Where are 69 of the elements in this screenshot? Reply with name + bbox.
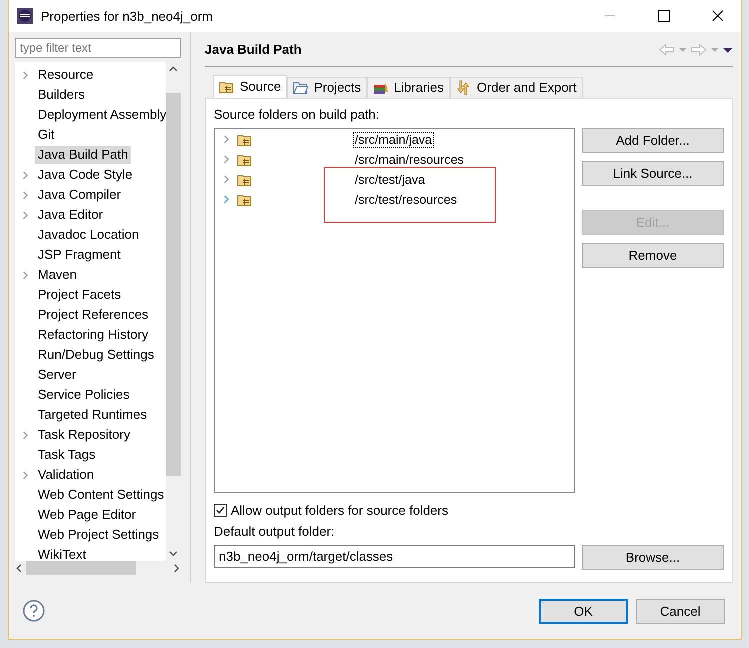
scroll-right-icon[interactable]: [172, 564, 181, 572]
expand-chevron-icon[interactable]: [22, 270, 28, 280]
expand-chevron-icon[interactable]: [222, 175, 230, 184]
folder-path[interactable]: /src/test/resources: [353, 192, 460, 208]
sidebar-item[interactable]: Java Code Style: [35, 166, 136, 184]
tab[interactable]: Source: [213, 74, 288, 98]
expand-chevron-icon[interactable]: [22, 470, 28, 480]
sidebar-item[interactable]: Maven: [35, 266, 80, 284]
sidebar-item[interactable]: Git: [35, 126, 58, 144]
sidebar-item[interactable]: Java Editor: [35, 206, 106, 224]
folder-path[interactable]: /src/test/java: [353, 172, 428, 188]
expand-chevron-icon[interactable]: [22, 70, 28, 80]
sidebar-item[interactable]: Validation: [35, 466, 98, 484]
sidebar-item[interactable]: Refactoring History: [35, 326, 152, 344]
scroll-down-icon[interactable]: [169, 549, 178, 558]
order-arrows-icon: [456, 80, 472, 96]
scroll-left-icon[interactable]: [15, 564, 24, 572]
sidebar-item[interactable]: Project Facets: [35, 286, 124, 304]
action-button[interactable]: Add Folder...: [582, 128, 724, 153]
sidebar-item[interactable]: JSP Fragment: [35, 246, 124, 264]
tab[interactable]: Projects: [287, 76, 368, 98]
tab[interactable]: Libraries: [367, 76, 450, 98]
back-arrow-icon[interactable]: [659, 44, 675, 56]
sidebar-item[interactable]: Javadoc Location: [35, 226, 142, 244]
maximize-icon[interactable]: [658, 10, 670, 22]
sidebar-item[interactable]: Java Build Path: [35, 146, 132, 164]
sidebar-item[interactable]: Server: [35, 366, 80, 384]
folder-icon: [293, 80, 310, 96]
section-label: Source folders on build path:: [214, 106, 380, 122]
sidebar-item[interactable]: Project References: [35, 306, 152, 324]
sidebar-item[interactable]: Java Compiler: [35, 186, 124, 204]
forward-arrow-icon[interactable]: [691, 44, 707, 56]
expand-chevron-icon[interactable]: [222, 155, 230, 164]
expand-chevron-icon[interactable]: [22, 210, 28, 220]
tab[interactable]: Order and Export: [450, 76, 583, 98]
expand-chevron-icon[interactable]: [22, 430, 28, 440]
sidebar-item[interactable]: Task Repository: [35, 426, 134, 444]
sidebar-item[interactable]: Targeted Runtimes: [35, 406, 150, 424]
help-icon[interactable]: [23, 600, 45, 622]
action-button[interactable]: Link Source...: [582, 160, 724, 186]
expand-chevron-icon[interactable]: [22, 190, 28, 200]
sidebar-item[interactable]: Run/Debug Settings: [35, 346, 158, 364]
expand-chevron-icon[interactable]: [222, 135, 230, 144]
page-title: Java Build Path: [205, 42, 303, 58]
sidebar-item[interactable]: Web Content Settings: [35, 486, 166, 504]
eclipse-app-icon: [17, 8, 33, 24]
browse-button[interactable]: Browse...: [582, 544, 724, 570]
sidebar-item[interactable]: Resource: [35, 66, 97, 84]
folder-path[interactable]: /src/main/resources: [353, 152, 466, 168]
sidebar-item[interactable]: WikiText: [35, 546, 90, 561]
window-title: Properties for n3b_neo4j_orm: [41, 8, 214, 24]
expand-chevron-icon[interactable]: [22, 170, 28, 180]
expand-chevron-icon[interactable]: [222, 195, 230, 204]
filter-field[interactable]: type filter text: [15, 38, 181, 58]
scroll-up-icon[interactable]: [169, 65, 178, 74]
output-folder-field[interactable]: n3b_neo4j_orm/target/classes: [214, 544, 575, 568]
folder-path[interactable]: /src/main/java: [353, 132, 434, 148]
checkbox-label: Allow output folders for source folders: [231, 502, 448, 518]
dialog-button[interactable]: Cancel: [636, 598, 725, 624]
checkbox[interactable]: [214, 504, 227, 517]
sidebar-item[interactable]: Service Policies: [35, 386, 133, 404]
close-icon[interactable]: [712, 10, 724, 22]
dialog-button[interactable]: OK: [539, 598, 628, 624]
sidebar-item[interactable]: Builders: [35, 86, 88, 104]
sidebar-item[interactable]: Task Tags: [35, 446, 99, 464]
field-label: Default output folder:: [214, 524, 336, 539]
sidebar-item[interactable]: Web Page Editor: [35, 506, 140, 524]
sidebar-item[interactable]: Web Project Settings: [35, 526, 162, 544]
action-button[interactable]: Remove: [582, 242, 724, 268]
